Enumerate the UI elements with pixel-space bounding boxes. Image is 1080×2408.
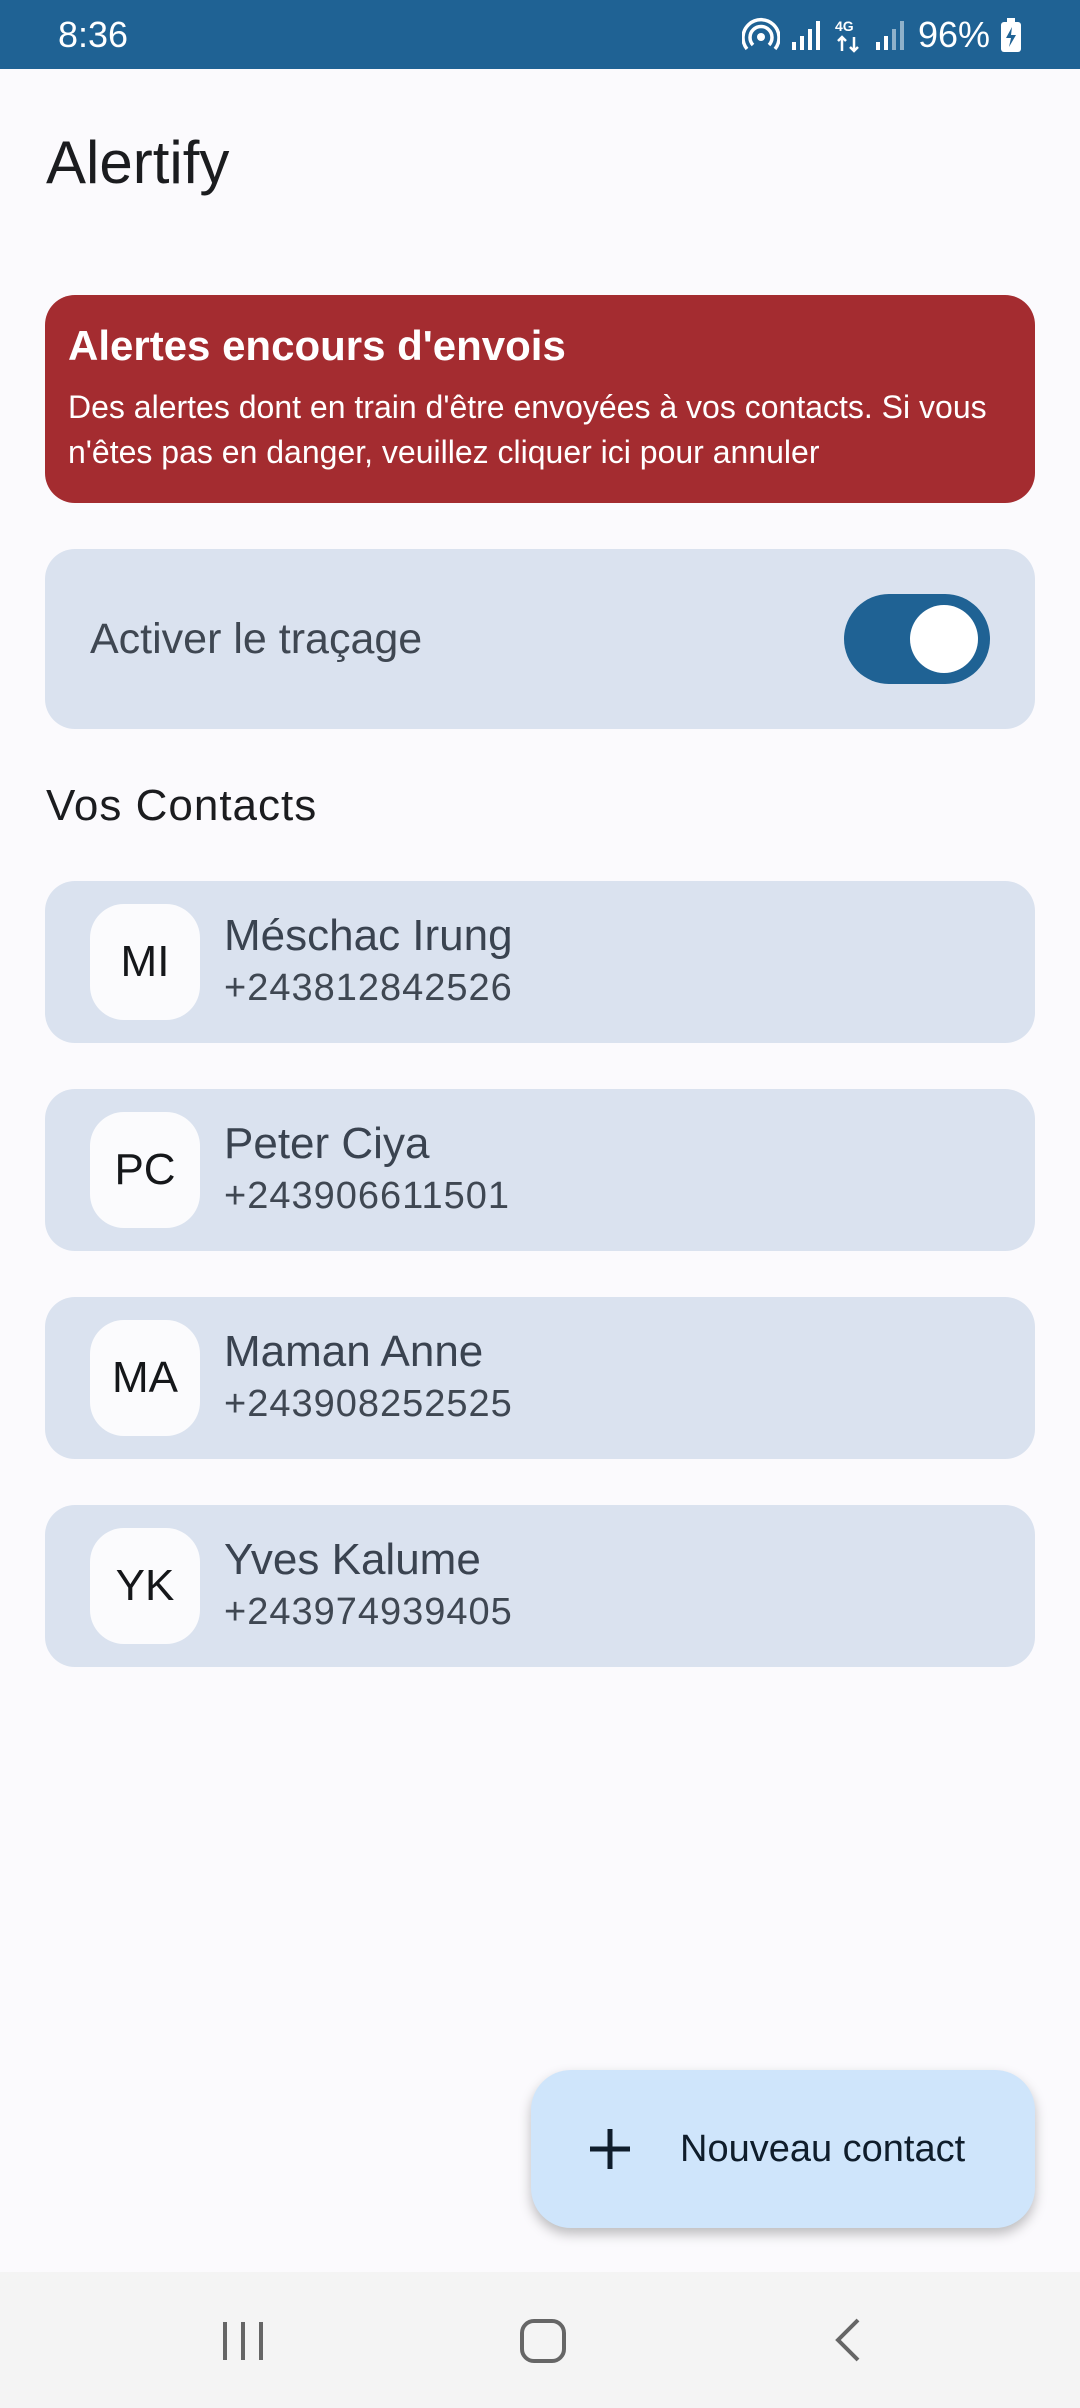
plus-icon <box>590 2129 630 2169</box>
alert-banner[interactable]: Alertes encours d'envois Des alertes don… <box>45 295 1035 503</box>
back-icon[interactable] <box>818 2310 878 2370</box>
alert-title: Alertes encours d'envois <box>68 322 566 369</box>
alert-body: Des alertes dont en train d'être envoyée… <box>68 389 987 470</box>
status-time: 8:36 <box>58 13 129 55</box>
home-icon[interactable] <box>513 2310 573 2370</box>
hotspot-icon <box>741 17 780 50</box>
battery-charging-icon <box>1001 17 1021 52</box>
avatar: MA <box>90 1320 200 1436</box>
contacts-section-title: Vos Contacts <box>46 781 318 830</box>
contact-phone: +243908252525 <box>224 1383 513 1425</box>
avatar: YK <box>90 1528 200 1644</box>
signal-icon <box>875 20 904 50</box>
contact-item[interactable]: YK Yves Kalume +243974939405 <box>45 1505 1035 1667</box>
contact-phone: +243812842526 <box>224 967 513 1009</box>
new-contact-button[interactable]: Nouveau contact <box>531 2070 1035 2228</box>
tracking-card: Activer le traçage <box>45 549 1035 729</box>
contact-item[interactable]: MI Méschac Irung +243812842526 <box>45 881 1035 1043</box>
app-title: Alertify <box>46 129 230 196</box>
signal-icon <box>791 20 820 50</box>
switch-knob <box>910 605 978 673</box>
contact-item[interactable]: PC Peter Ciya +243906611501 <box>45 1089 1035 1251</box>
new-contact-label: Nouveau contact <box>680 2127 966 2170</box>
status-icons: 4G 96% <box>741 13 1022 56</box>
contact-phone: +243906611501 <box>224 1175 510 1217</box>
contact-name: Méschac Irung <box>224 911 513 960</box>
avatar: MI <box>90 904 200 1020</box>
tracking-switch[interactable] <box>844 594 990 684</box>
contact-phone: +243974939405 <box>224 1591 513 1633</box>
status-bar: 8:36 4G 96% <box>0 0 1080 69</box>
contact-name: Maman Anne <box>224 1327 484 1376</box>
battery-level: 96% <box>917 13 990 55</box>
tracking-label: Activer le traçage <box>90 614 423 663</box>
contacts-list: MI Méschac Irung +243812842526 PC Peter … <box>45 881 1035 1713</box>
svg-text:4G: 4G <box>835 18 854 34</box>
avatar: PC <box>90 1112 200 1228</box>
4g-icon: 4G <box>835 18 859 53</box>
contact-name: Yves Kalume <box>224 1535 481 1584</box>
navigation-bar <box>0 2272 1080 2408</box>
contact-name: Peter Ciya <box>224 1119 430 1168</box>
contact-item[interactable]: MA Maman Anne +243908252525 <box>45 1297 1035 1459</box>
recents-icon[interactable] <box>213 2310 273 2370</box>
